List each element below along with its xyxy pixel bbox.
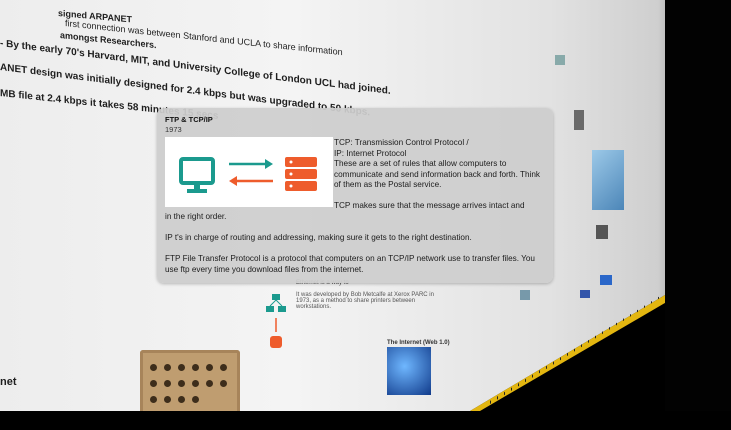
card-paragraph-tcp: TCP: Transmission Control Protocol / IP:…	[334, 138, 546, 191]
web-thumbnail[interactable]	[387, 347, 431, 395]
timeline-thumbnail[interactable]	[580, 290, 590, 298]
card-paragraph-ip: IP t's in charge of routing and addressi…	[165, 233, 472, 242]
tcp-body: These are a set of rules that allow comp…	[334, 159, 541, 189]
timeline-thumbnail[interactable]	[592, 150, 624, 210]
timeline-thumbnail[interactable]	[600, 275, 612, 285]
tcp-line: TCP: Transmission Control Protocol /	[334, 138, 469, 147]
ip-line: IP: Internet Protocol	[334, 148, 407, 158]
timeline-thumbnail[interactable]	[574, 110, 584, 130]
card-paragraph-tcp-detail: TCP makes sure that the message arrives …	[334, 201, 525, 210]
timeline-thumbnail[interactable]	[520, 290, 530, 300]
server-icon	[285, 157, 317, 191]
network-icon	[266, 294, 286, 348]
hardware-photo	[140, 350, 240, 411]
timeline-thumbnail[interactable]	[596, 225, 608, 239]
card-title: FTP & TCP/IP	[165, 115, 213, 124]
transfer-arrows-icon	[229, 159, 273, 186]
computer-icon	[179, 157, 215, 193]
dark-edge	[665, 0, 731, 411]
bg-text: It was developed by Bob Metcalfe at Xero…	[296, 292, 434, 310]
card-paragraph-tcp-detail-cont: in the right order.	[165, 212, 227, 221]
bg-text: net	[0, 376, 17, 388]
bg-text: The Internet (Web 1.0)	[387, 340, 450, 346]
ftp-tcpip-card[interactable]: FTP & TCP/IP 1973 TCP: Transmission Cont…	[157, 108, 553, 283]
card-year: 1973	[165, 125, 182, 134]
card-paragraph-ftp: FTP File Transfer Protocol is a protocol…	[165, 254, 535, 274]
timeline-thumbnail[interactable]	[555, 55, 565, 65]
tcpip-illustration	[165, 137, 333, 207]
